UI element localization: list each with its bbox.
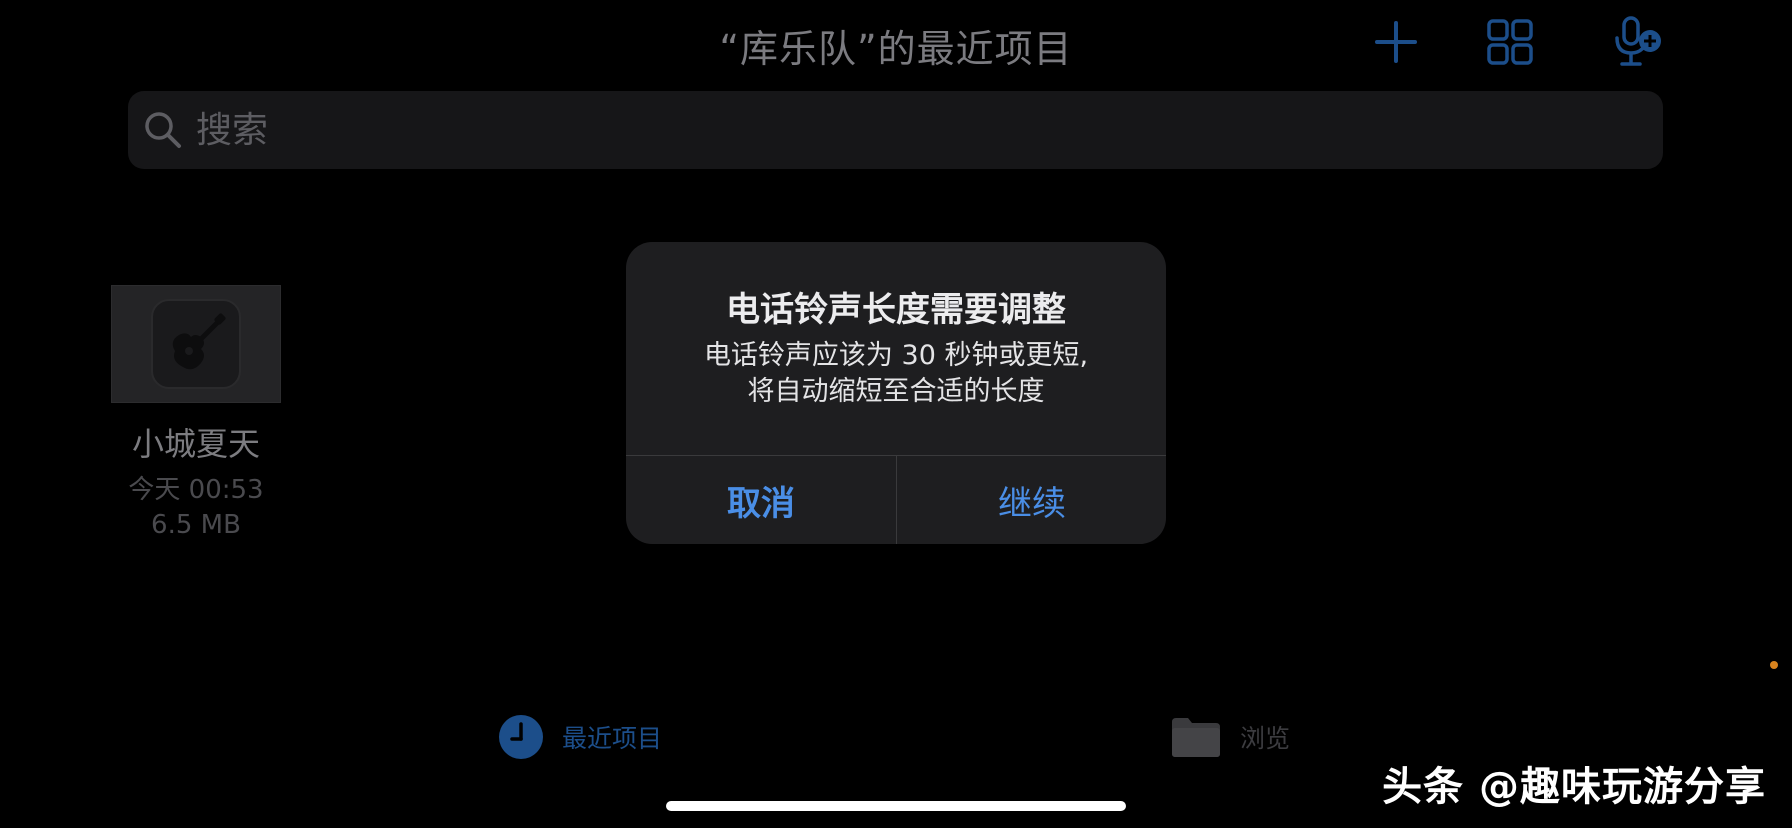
project-date: 今天 00:53 — [128, 475, 264, 505]
project-thumbnail[interactable] — [111, 285, 281, 403]
alert-dialog: 电话铃声长度需要调整 电话铃声应该为 30 秒钟或更短, 将自动缩短至合适的长度… — [626, 242, 1166, 544]
clock-icon — [499, 715, 543, 759]
add-button[interactable] — [1368, 14, 1424, 70]
tab-browse[interactable]: 浏览 — [1170, 712, 1290, 762]
new-recording-button[interactable] — [1610, 14, 1666, 70]
cancel-button[interactable]: 取消 — [626, 456, 896, 544]
tab-recent[interactable]: 最近项目 — [498, 712, 662, 762]
project-item[interactable]: 小城夏天 今天 00:53 6.5 MB — [108, 285, 284, 540]
tab-recent-label: 最近项目 — [562, 724, 663, 753]
project-size: 6.5 MB — [151, 510, 241, 540]
search-icon — [145, 112, 181, 148]
plus-icon — [1375, 21, 1417, 63]
search-bar[interactable] — [128, 91, 1663, 169]
privacy-indicator-dot — [1770, 661, 1778, 669]
tab-browse-label: 浏览 — [1240, 724, 1291, 753]
continue-button[interactable]: 继续 — [897, 456, 1166, 544]
watermark: 头条 @趣味玩游分享 — [1382, 764, 1766, 810]
alert-title: 电话铃声长度需要调整 — [726, 290, 1066, 330]
project-name: 小城夏天 — [131, 425, 260, 463]
app-screen: “库乐队”的最近项目 搜索 小城夏天 今天 00:53 6.5 MB 电话铃声长… — [0, 0, 1792, 828]
grid-view-icon — [1487, 19, 1533, 65]
grid-view-button[interactable] — [1482, 14, 1538, 70]
alert-message-line2: 将自动缩短至合适的长度 — [747, 376, 1045, 407]
search-input[interactable] — [194, 108, 798, 152]
folder-icon — [1172, 718, 1220, 757]
microphone-add-icon — [1615, 16, 1661, 66]
home-indicator[interactable] — [666, 801, 1126, 811]
alert-message-line1: 电话铃声应该为 30 秒钟或更短, — [703, 340, 1089, 371]
guitar-icon — [151, 299, 241, 389]
alert-message: 电话铃声应该为 30 秒钟或更短, 将自动缩短至合适的长度 — [646, 338, 1146, 410]
